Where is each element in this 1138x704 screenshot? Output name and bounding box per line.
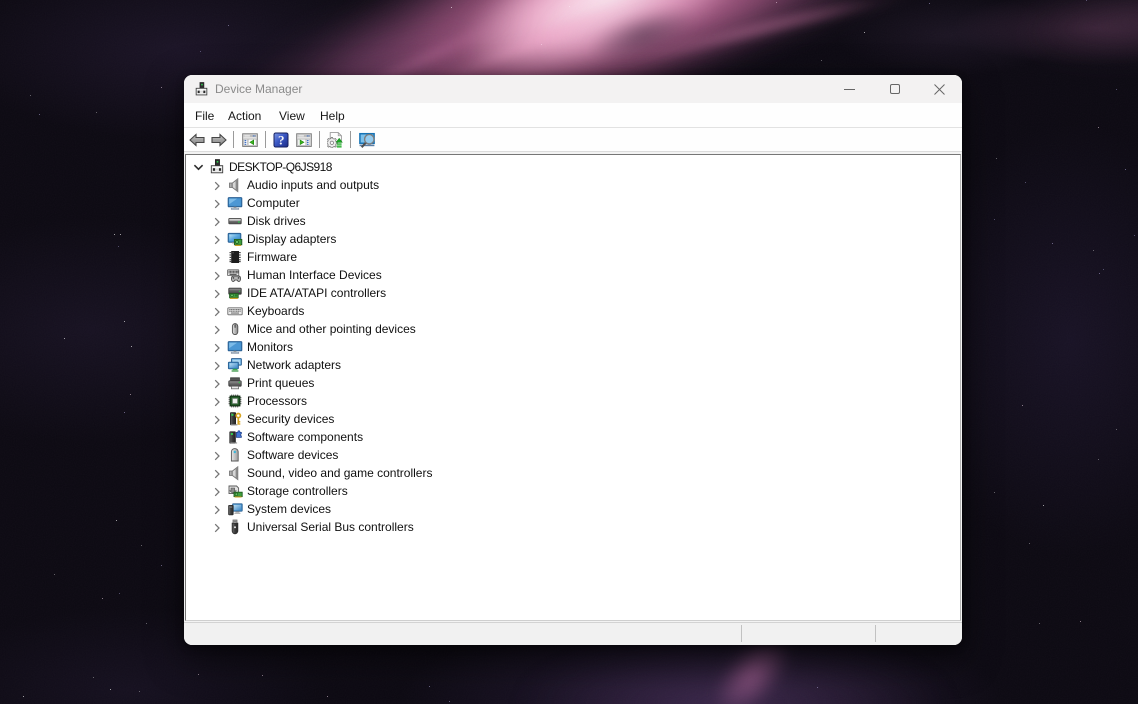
svg-text:?: ? (278, 133, 285, 148)
